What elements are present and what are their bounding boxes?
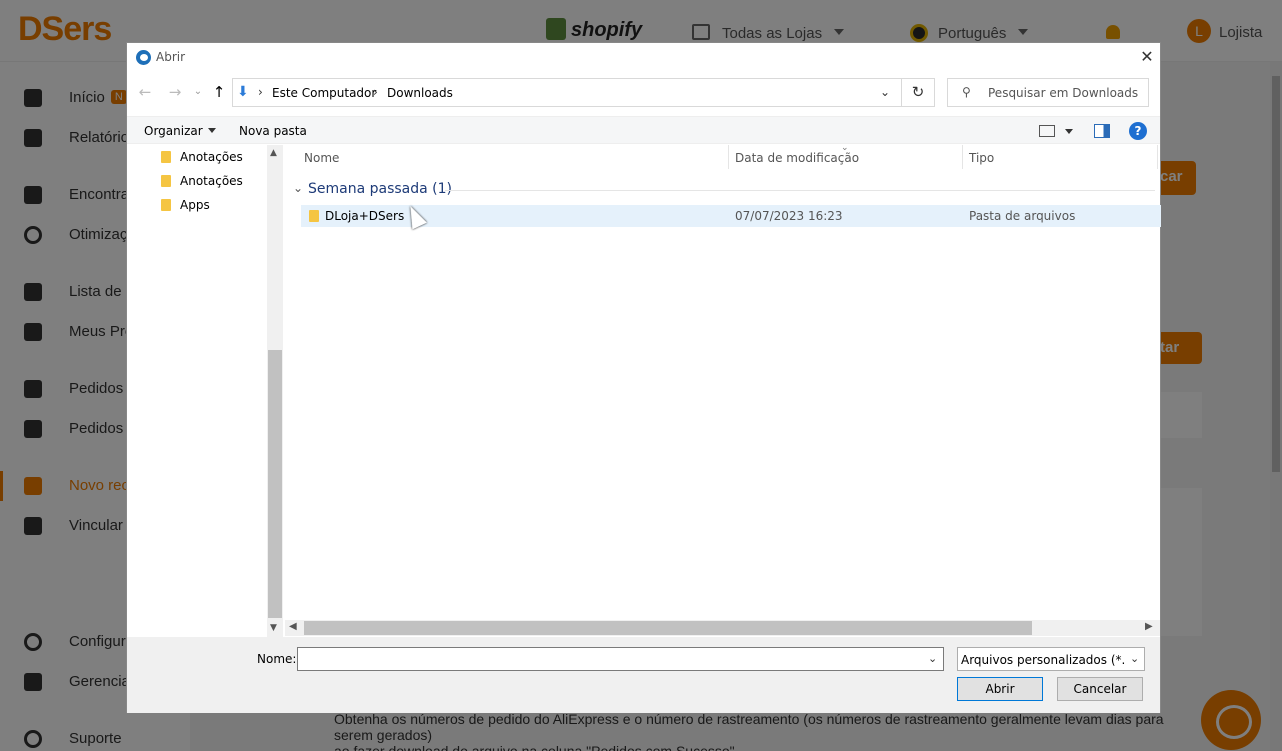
scroll-right-icon[interactable]: ▶ bbox=[1145, 621, 1153, 632]
scroll-down-icon[interactable]: ▼ bbox=[270, 623, 277, 633]
column-type[interactable]: Tipo bbox=[969, 151, 994, 165]
tree-item[interactable]: Apps bbox=[161, 195, 266, 215]
tree-item-label: Apps bbox=[180, 198, 210, 212]
column-divider[interactable] bbox=[1157, 145, 1158, 169]
forward-icon[interactable]: → bbox=[166, 83, 184, 101]
column-divider[interactable] bbox=[962, 145, 963, 169]
address-bar[interactable]: ⬇ › Este Computador › Downloads ⌄ bbox=[232, 78, 902, 107]
collapse-chevron-icon[interactable]: ⌄ bbox=[293, 181, 303, 195]
organize-label: Organizar bbox=[144, 124, 203, 138]
breadcrumb-separator-icon: › bbox=[258, 85, 263, 99]
scroll-up-icon[interactable]: ▲ bbox=[270, 148, 277, 158]
preview-pane-icon[interactable] bbox=[1094, 124, 1110, 138]
breadcrumb-this-pc[interactable]: Este Computador bbox=[272, 86, 376, 100]
breadcrumb-downloads[interactable]: Downloads bbox=[387, 86, 453, 100]
filetype-select[interactable]: Arquivos personalizados (*.csv; ⌄ bbox=[957, 647, 1145, 671]
dialog-titlebar[interactable]: Abrir ✕ bbox=[127, 43, 1160, 71]
search-input[interactable]: ⚲ Pesquisar em Downloads bbox=[947, 78, 1149, 107]
up-icon[interactable]: ↑ bbox=[210, 83, 228, 101]
dialog-navbar: ← → ⌄ ↑ ⬇ › Este Computador › Downloads … bbox=[127, 77, 1160, 109]
back-icon[interactable]: ← bbox=[136, 83, 154, 101]
file-type: Pasta de arquivos bbox=[969, 209, 1076, 223]
chevron-down-icon[interactable] bbox=[1065, 129, 1073, 134]
breadcrumb-separator-icon: › bbox=[373, 85, 378, 99]
tree-item[interactable]: Anotações bbox=[161, 147, 266, 167]
navigation-pane: Anotações Anotações Apps bbox=[127, 145, 267, 637]
dialog-title: Abrir bbox=[156, 50, 186, 64]
folder-icon bbox=[309, 210, 319, 222]
column-name[interactable]: Nome bbox=[304, 151, 339, 165]
scroll-left-icon[interactable]: ◀ bbox=[289, 621, 297, 632]
folder-icon bbox=[161, 151, 171, 163]
recent-locations-chevron-icon[interactable]: ⌄ bbox=[189, 83, 207, 101]
file-list-hscrollbar[interactable]: ◀ ▶ bbox=[285, 620, 1160, 636]
downloads-arrow-icon: ⬇ bbox=[237, 84, 249, 100]
dialog-footer: Nome: ⌄ Arquivos personalizados (*.csv; … bbox=[127, 637, 1160, 713]
table-row[interactable]: DLoja+DSers 07/07/2023 16:23 Pasta de ar… bbox=[301, 205, 1161, 227]
chevron-down-icon bbox=[207, 128, 216, 133]
tree-item[interactable]: Anotações bbox=[161, 171, 266, 191]
chevron-down-icon[interactable]: ⌄ bbox=[880, 85, 890, 99]
navigation-scrollbar[interactable]: ▲ ▼ bbox=[267, 145, 283, 637]
search-icon: ⚲ bbox=[962, 85, 971, 99]
chevron-down-icon[interactable]: ⌄ bbox=[928, 652, 937, 665]
filename-input[interactable]: ⌄ bbox=[297, 647, 944, 671]
close-icon[interactable]: ✕ bbox=[1137, 47, 1157, 67]
file-modified: 07/07/2023 16:23 bbox=[735, 209, 843, 223]
search-placeholder: Pesquisar em Downloads bbox=[988, 86, 1139, 100]
scrollbar-thumb[interactable] bbox=[304, 621, 1032, 635]
cancel-button[interactable]: Cancelar bbox=[1057, 677, 1143, 701]
group-divider bbox=[445, 190, 1155, 191]
refresh-button[interactable]: ↻ bbox=[902, 78, 935, 107]
column-divider[interactable] bbox=[728, 145, 729, 169]
dialog-toolbar: Organizar Nova pasta ? bbox=[127, 116, 1160, 144]
group-header[interactable]: Semana passada (1) bbox=[308, 181, 452, 197]
tree-item-label: Anotações bbox=[180, 150, 243, 164]
filename-label: Nome: bbox=[257, 652, 297, 666]
help-icon[interactable]: ? bbox=[1129, 122, 1147, 140]
open-file-dialog: Abrir ✕ ← → ⌄ ↑ ⬇ › Este Computador › Do… bbox=[126, 42, 1161, 713]
folder-icon bbox=[161, 175, 171, 187]
edge-icon bbox=[136, 50, 151, 65]
filetype-value: Arquivos personalizados (*.csv; bbox=[961, 653, 1126, 667]
open-button[interactable]: Abrir bbox=[957, 677, 1043, 701]
new-folder-button[interactable]: Nova pasta bbox=[239, 124, 307, 138]
scrollbar-thumb[interactable] bbox=[268, 350, 282, 618]
tree-item-label: Anotações bbox=[180, 174, 243, 188]
view-options-icon[interactable] bbox=[1039, 125, 1055, 137]
folder-icon bbox=[161, 199, 171, 211]
organize-button[interactable]: Organizar bbox=[144, 124, 216, 138]
column-modified[interactable]: Data de modificação bbox=[735, 151, 859, 165]
file-name: DLoja+DSers bbox=[325, 209, 405, 223]
chevron-down-icon: ⌄ bbox=[1130, 652, 1140, 665]
